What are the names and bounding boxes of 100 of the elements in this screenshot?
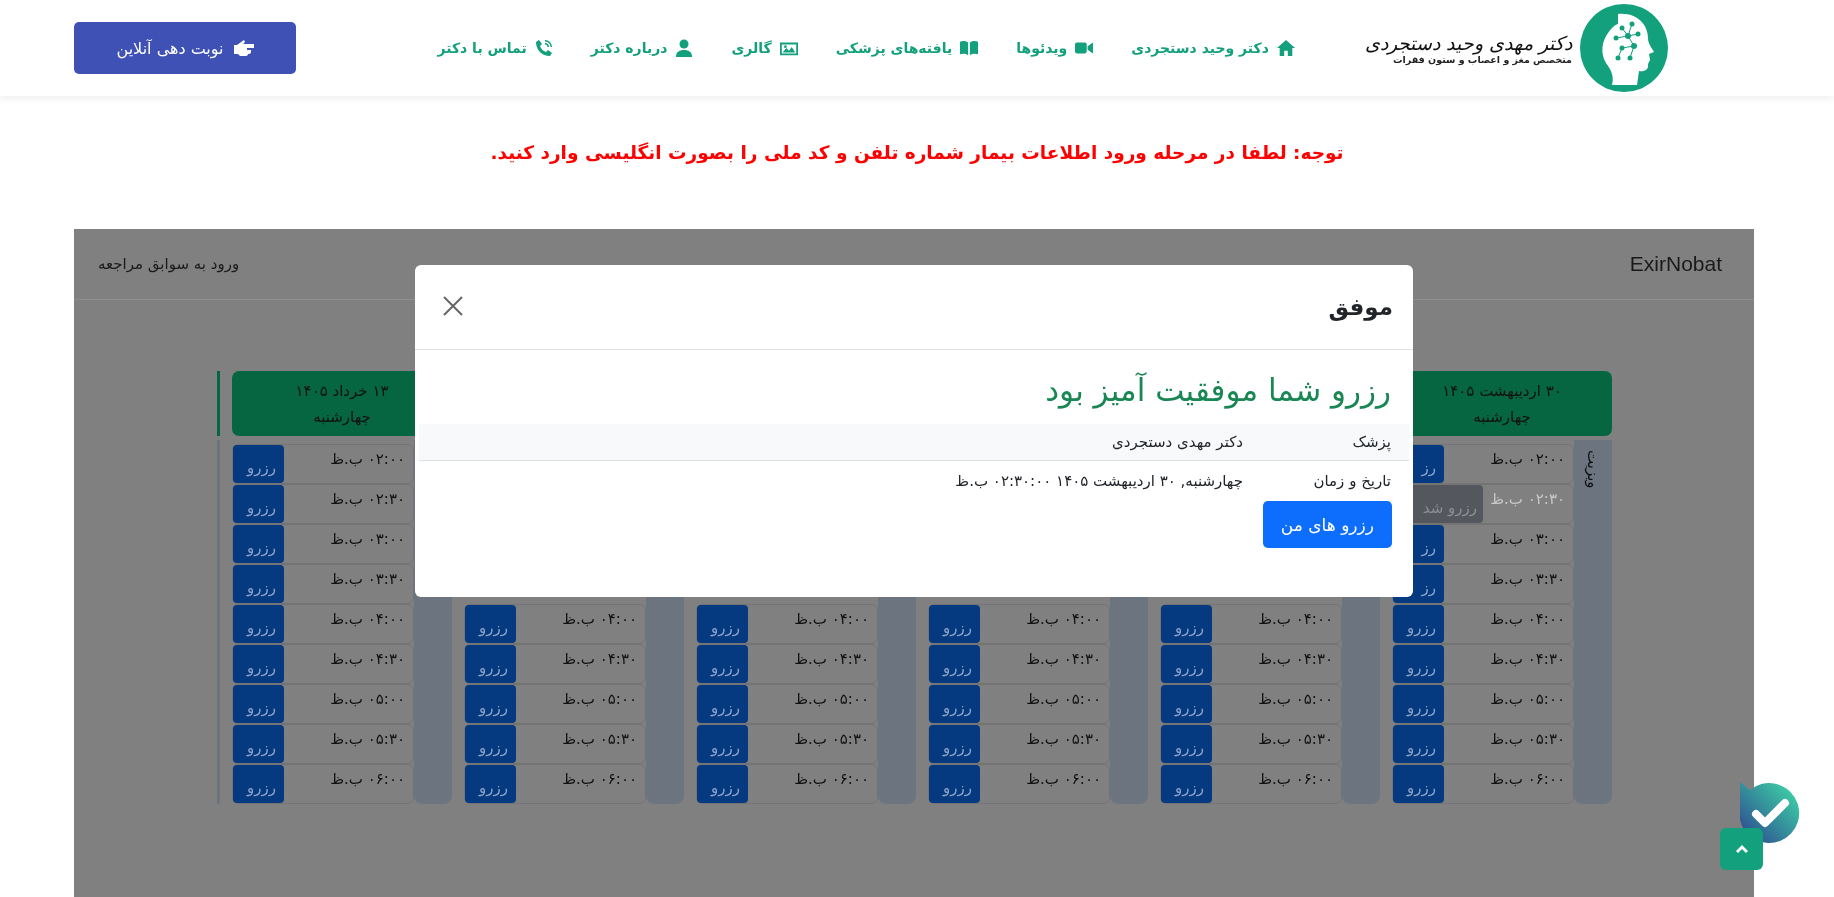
reserve-button[interactable]: رزرو — [1161, 725, 1212, 763]
slot-time: ۰۴:۰۰ ب.ظ — [562, 609, 638, 630]
slot-time: ۰۲:۰۰ ب.ظ — [1490, 449, 1566, 470]
phone-icon — [534, 39, 553, 57]
slot-time: ۰۴:۳۰ ب.ظ — [1258, 649, 1334, 670]
reserve-button[interactable]: رزرو — [929, 765, 980, 803]
slot-time: ۰۶:۰۰ ب.ظ — [330, 769, 406, 790]
brand-name: ExirNobat — [1629, 252, 1722, 276]
reserve-button[interactable]: رزرو — [233, 485, 284, 523]
slot-time: ۰۶:۰۰ ب.ظ — [1258, 769, 1334, 790]
online-booking-button[interactable]: نوبت دهی آنلاین — [74, 22, 296, 74]
slot-time: ۰۶:۰۰ ب.ظ — [1026, 769, 1102, 790]
my-bookings-button[interactable]: رزرو های من — [1262, 501, 1392, 548]
detail-value: چهارشنبه, ۳۰ اردیبهشت ۱۴۰۵ ۰۲:۳۰:۰۰ ب.ظ — [955, 472, 1243, 490]
slot-time: ۰۵:۰۰ ب.ظ — [1258, 689, 1334, 710]
slot-time: ۰۴:۰۰ ب.ظ — [1026, 609, 1102, 630]
notice-text: توجه: لطفا در مرحله ورود اطلاعات بیمار شماره تلفن و کد ملی را بصورت انگلیسی وارد کنید. — [490, 142, 1344, 163]
slot-time: ۰۶:۰۰ ب.ظ — [562, 769, 638, 790]
reserve-button[interactable]: رزرو — [233, 765, 284, 803]
detail-label: تاریخ و زمان — [1312, 472, 1392, 490]
reserve-button[interactable]: رزرو — [465, 765, 516, 803]
reserve-button[interactable]: رزرو — [1393, 645, 1444, 683]
slot-time: ۰۲:۳۰ ب.ظ — [1490, 489, 1566, 510]
reserve-button[interactable]: رزرو — [929, 605, 980, 643]
slot-time: ۰۵:۳۰ ب.ظ — [1026, 729, 1102, 750]
slot-time: ۰۴:۳۰ ب.ظ — [1490, 649, 1566, 670]
reserve-button[interactable]: رزرو — [1393, 685, 1444, 723]
reserve-button[interactable]: رزرو — [1161, 645, 1212, 683]
slot-time: ۰۵:۰۰ ب.ظ — [1490, 689, 1566, 710]
reserve-button[interactable]: رزرو — [1161, 685, 1212, 723]
reserve-button[interactable]: رزرو — [929, 685, 980, 723]
day-weekday: چهارشنبه — [1473, 406, 1531, 428]
slot-time: ۰۳:۰۰ ب.ظ — [1490, 529, 1566, 550]
reserve-button[interactable]: رزرو — [929, 725, 980, 763]
reserve-button[interactable]: رزرو — [929, 645, 980, 683]
nav-link[interactable]: درباره دکتر — [590, 39, 694, 57]
logo-icon — [1578, 2, 1670, 94]
slot-time: ۰۲:۰۰ ب.ظ — [330, 449, 406, 470]
detail-label: پزشک — [1351, 433, 1392, 451]
success-message: رزرو شما موفقیت آمیز بود — [1044, 371, 1392, 411]
slot-time: ۰۳:۰۰ ب.ظ — [330, 529, 406, 550]
reserve-button[interactable]: رزرو — [233, 525, 284, 563]
nav-link[interactable]: یافته‌های پزشکی — [835, 39, 979, 57]
reserve-button[interactable]: رزرو — [1393, 725, 1444, 763]
slot-time: ۰۴:۳۰ ب.ظ — [1026, 649, 1102, 670]
slot-time: ۰۵:۳۰ ب.ظ — [330, 729, 406, 750]
slot-time: ۰۲:۳۰ ب.ظ — [330, 489, 406, 510]
reserve-button[interactable]: رزرو — [465, 725, 516, 763]
slot-time: ۰۵:۳۰ ب.ظ — [794, 729, 870, 750]
nav-link[interactable]: گالری — [731, 39, 798, 57]
slot-time: ۰۵:۰۰ ب.ظ — [794, 689, 870, 710]
reserve-button[interactable]: رزرو — [233, 565, 284, 603]
reserve-button[interactable]: رزرو — [233, 605, 284, 643]
day-date: ۳۰ اردیبهشت ۱۴۰۵ — [1442, 380, 1562, 402]
reserve-button[interactable]: رزرو — [697, 605, 748, 643]
book-icon — [960, 39, 979, 57]
nav-link[interactable]: دکتر وحید دستجردی — [1131, 39, 1295, 57]
nav-link[interactable]: ویدئوها — [1016, 39, 1094, 57]
reserve-button[interactable]: رزرو — [697, 645, 748, 683]
slot-time: ۰۵:۳۰ ب.ظ — [562, 729, 638, 750]
reserve-button[interactable]: رزرو — [233, 645, 284, 683]
reserve-button[interactable]: رزرو — [697, 685, 748, 723]
slot-time: ۰۵:۳۰ ب.ظ — [1490, 729, 1566, 750]
reserve-button[interactable]: رزرو — [1393, 605, 1444, 643]
reserve-button[interactable]: رزرو — [697, 725, 748, 763]
slot-time: ۰۴:۰۰ ب.ظ — [794, 609, 870, 630]
slot-time: ۰۴:۳۰ ب.ظ — [562, 649, 638, 670]
reserve-button[interactable]: رزرو — [1161, 765, 1212, 803]
slot-time: ۰۶:۰۰ ب.ظ — [794, 769, 870, 790]
day-weekday: چهارشنبه — [313, 406, 371, 428]
reserve-button[interactable]: رزرو — [233, 725, 284, 763]
caret-icon — [1735, 845, 1748, 853]
reserve-button[interactable]: رزرو — [233, 445, 284, 483]
reserve-button[interactable]: رزرو — [1161, 605, 1212, 643]
reserve-button[interactable]: رزرو — [465, 645, 516, 683]
close-icon — [443, 295, 463, 316]
slot-time: ۰۶:۰۰ ب.ظ — [1490, 769, 1566, 790]
slot-time: ۰۴:۰۰ ب.ظ — [1490, 609, 1566, 630]
reserve-button[interactable]: رزرو — [1393, 765, 1444, 803]
nav-link[interactable]: تماس با دکتر — [437, 39, 553, 57]
slot-time: ۰۴:۰۰ ب.ظ — [330, 609, 406, 630]
reserve-button[interactable]: رزرو — [697, 765, 748, 803]
slot-time: ۰۵:۰۰ ب.ظ — [562, 689, 638, 710]
slot-time: ۰۴:۳۰ ب.ظ — [794, 649, 870, 670]
slot-time: ۰۳:۳۰ ب.ظ — [1490, 569, 1566, 590]
user-icon — [675, 39, 694, 57]
pointing-hand-icon — [233, 40, 254, 56]
slot-time: ۰۵:۰۰ ب.ظ — [330, 689, 406, 710]
reserve-button[interactable]: رزرو — [233, 685, 284, 723]
slot-time: ۰۴:۰۰ ب.ظ — [1258, 609, 1334, 630]
slot-time: ۰۵:۰۰ ب.ظ — [1026, 689, 1102, 710]
detail-value: دکتر مهدی دستجردی — [1112, 433, 1243, 451]
home-icon — [1276, 39, 1295, 57]
slot-time: ۰۴:۳۰ ب.ظ — [330, 649, 406, 670]
modal-title: موفق — [1328, 294, 1393, 320]
history-link[interactable]: ورود به سوابق مراجعه — [98, 255, 240, 273]
slot-time: ۰۳:۳۰ ب.ظ — [330, 569, 406, 590]
reserve-button[interactable]: رزرو — [465, 685, 516, 723]
reserve-button[interactable]: رزرو — [465, 605, 516, 643]
slot-time: ۰۵:۳۰ ب.ظ — [1258, 729, 1334, 750]
